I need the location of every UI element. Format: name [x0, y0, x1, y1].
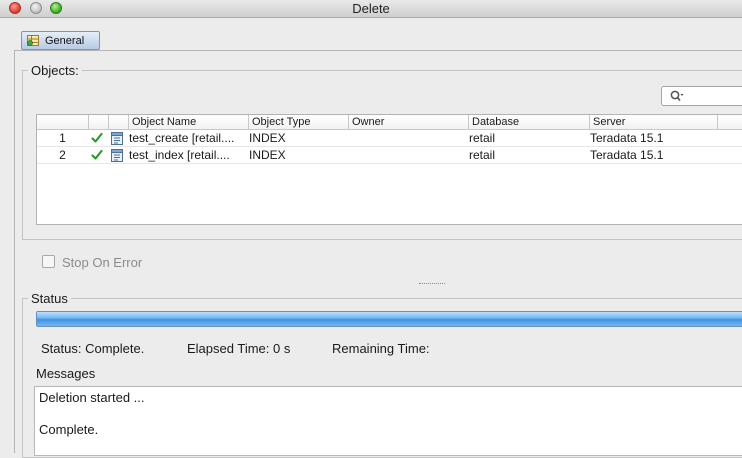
- index-icon: [111, 149, 123, 162]
- message-line: Deletion started ...: [39, 390, 145, 405]
- row-server: Teradata 15.1: [590, 148, 664, 162]
- stop-on-error-label: Stop On Error: [62, 255, 143, 270]
- table-header: Object Name Object Type Owner Database S…: [37, 115, 742, 130]
- title-bar: Delete: [0, 0, 742, 18]
- general-grid-icon: [27, 35, 39, 46]
- elapsed-time-text: Elapsed Time: 0 s: [187, 341, 291, 356]
- row-database: retail: [469, 148, 496, 162]
- search-icon: [670, 90, 684, 102]
- table-row[interactable]: 1 test_create [retail.... INDEX retail T…: [37, 130, 742, 147]
- row-index: 1: [59, 131, 66, 145]
- stop-on-error-checkbox[interactable]: [42, 255, 55, 268]
- column-header-database[interactable]: Database: [468, 115, 589, 129]
- window-title: Delete: [352, 1, 390, 16]
- search-input[interactable]: [661, 86, 742, 106]
- index-icon: [111, 132, 123, 145]
- tab-general[interactable]: General: [21, 31, 100, 50]
- messages-textarea[interactable]: Deletion started ... Complete.: [34, 386, 742, 456]
- row-index: 2: [59, 148, 66, 162]
- check-icon: [91, 132, 103, 143]
- row-server: Teradata 15.1: [590, 131, 664, 145]
- progress-bar-fill: [37, 312, 742, 326]
- column-header-index[interactable]: [37, 115, 88, 129]
- messages-label: Messages: [36, 366, 96, 381]
- column-header-object-name[interactable]: Object Name: [128, 115, 248, 129]
- row-object-type: INDEX: [249, 131, 286, 145]
- message-line: Complete.: [39, 422, 99, 437]
- column-header-owner[interactable]: Owner: [348, 115, 468, 129]
- column-header-icon[interactable]: [108, 115, 128, 129]
- splitter-handle[interactable]: [419, 283, 445, 287]
- status-group-title: Status: [28, 291, 71, 306]
- row-object-name: test_index [retail....: [129, 148, 230, 162]
- objects-table[interactable]: Object Name Object Type Owner Database S…: [36, 114, 742, 225]
- check-icon: [91, 149, 103, 160]
- column-header-server[interactable]: Server: [589, 115, 717, 129]
- tab-general-label: General: [45, 35, 85, 47]
- row-database: retail: [469, 131, 496, 145]
- progress-bar: [36, 311, 742, 327]
- row-owner: [349, 130, 468, 146]
- status-text: Status: Complete.: [41, 341, 145, 356]
- row-owner: [349, 147, 468, 163]
- remaining-time-text: Remaining Time:: [332, 341, 430, 356]
- table-row[interactable]: 2 test_index [retail.... INDEX retail Te…: [37, 147, 742, 164]
- row-object-type: INDEX: [249, 148, 286, 162]
- column-header-filler: [717, 115, 742, 129]
- objects-group-title: Objects:: [28, 63, 82, 78]
- row-object-name: test_create [retail....: [129, 131, 235, 145]
- column-header-status[interactable]: [88, 115, 108, 129]
- column-header-object-type[interactable]: Object Type: [248, 115, 348, 129]
